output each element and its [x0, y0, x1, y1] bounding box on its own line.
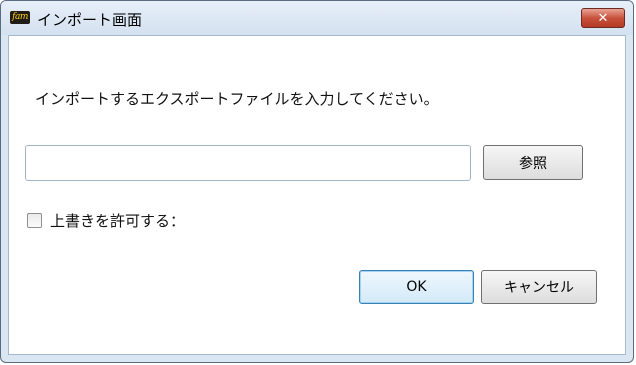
browse-button[interactable]: 参照 — [483, 145, 583, 180]
file-path-input[interactable] — [25, 145, 471, 181]
dialog-window: fam インポート画面 ✕ インポートするエクスポートファイルを入力してください… — [0, 0, 634, 363]
app-logo-text: fam — [12, 12, 28, 22]
app-logo-icon: fam — [10, 11, 30, 24]
dialog-content: インポートするエクスポートファイルを入力してください。 参照 上書きを許可する：… — [8, 35, 626, 355]
overwrite-label: 上書きを許可する： — [50, 212, 186, 230]
close-button[interactable]: ✕ — [581, 8, 625, 28]
instruction-text: インポートするエクスポートファイルを入力してください。 — [35, 90, 439, 108]
cancel-button[interactable]: キャンセル — [481, 270, 597, 304]
close-icon: ✕ — [597, 10, 609, 26]
overwrite-checkbox[interactable] — [27, 213, 42, 228]
ok-button[interactable]: OK — [359, 270, 474, 304]
title-bar[interactable]: fam インポート画面 ✕ — [1, 1, 633, 35]
window-title: インポート画面 — [37, 11, 143, 29]
